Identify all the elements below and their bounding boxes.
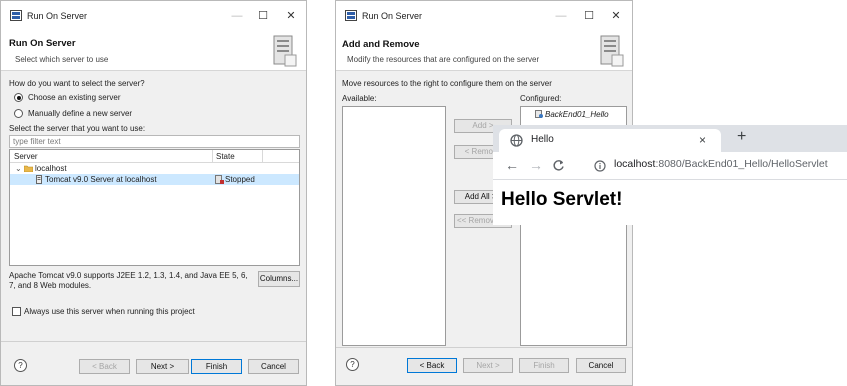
close-tab-icon[interactable]: × xyxy=(699,133,706,147)
help-icon[interactable]: ? xyxy=(14,359,27,372)
instruction-text: Move resources to the right to configure… xyxy=(342,79,552,88)
manual-define-label[interactable]: Manually define a new server xyxy=(28,109,132,118)
address-bar[interactable]: localhost:8080/BackEnd01_Hello/HelloServ… xyxy=(614,158,828,170)
eclipse-app-icon xyxy=(10,10,22,21)
info-icon[interactable] xyxy=(594,160,606,172)
server-description: Apache Tomcat v9.0 supports J2EE 1.2, 1.… xyxy=(9,271,248,290)
next-button[interactable]: Next > xyxy=(136,359,189,374)
always-use-label[interactable]: Always use this server when running this… xyxy=(24,307,195,316)
cancel-button[interactable]: Cancel xyxy=(248,359,299,374)
wizard-header: Add and Remove Modify the resources that… xyxy=(336,31,632,71)
select-method-question: How do you want to select the server? xyxy=(9,79,145,88)
folder-icon xyxy=(24,165,33,172)
browser-window: Hello × + ← → localhost:8080/BackEnd01_H… xyxy=(493,125,847,225)
column-header-server[interactable]: Server xyxy=(14,152,38,161)
back-button[interactable]: < Back xyxy=(407,358,457,373)
close-button[interactable]: ✕ xyxy=(604,8,628,24)
column-divider xyxy=(262,150,263,163)
next-button[interactable]: Next > xyxy=(463,358,513,373)
back-button[interactable]: < Back xyxy=(79,359,130,374)
window-title: Run On Server xyxy=(362,11,423,21)
column-divider xyxy=(212,150,213,163)
wizard-title: Add and Remove xyxy=(342,39,420,50)
wizard-subtitle: Select which server to use xyxy=(15,55,109,64)
run-on-server-dialog: Run On Server — ☐ ✕ Run On Server Select… xyxy=(0,0,307,386)
footer-separator xyxy=(336,347,632,348)
tree-row-tomcat-selected[interactable]: Tomcat v9.0 Server at localhost Stopped xyxy=(10,174,299,185)
server-wizard-icon xyxy=(273,35,297,67)
footer-separator xyxy=(1,341,306,342)
server-wizard-icon xyxy=(600,35,624,67)
column-header-state[interactable]: State xyxy=(216,152,235,161)
stopped-state-icon xyxy=(215,175,224,184)
browser-toolbar: ← → localhost:8080/BackEnd01_Hello/Hello… xyxy=(493,152,847,180)
server-table: Server State ⌄ localhost Tomcat v9.0 Ser… xyxy=(9,149,300,266)
available-list[interactable] xyxy=(342,106,446,346)
columns-button[interactable]: Columns... xyxy=(258,271,300,287)
close-button[interactable]: ✕ xyxy=(279,8,303,24)
select-server-label: Select the server that you want to use: xyxy=(9,124,146,133)
manual-define-radio[interactable] xyxy=(14,109,23,118)
tab-hello[interactable]: Hello × xyxy=(499,129,721,152)
new-tab-button[interactable]: + xyxy=(737,128,746,146)
page-heading: Hello Servlet! xyxy=(501,189,623,210)
minimize-button[interactable]: — xyxy=(225,8,249,24)
tomcat-server-label: Tomcat v9.0 Server at localhost xyxy=(45,175,157,184)
wizard-subtitle: Modify the resources that are configured… xyxy=(347,55,540,64)
server-state-label: Stopped xyxy=(225,175,255,184)
filter-input[interactable]: type filter text xyxy=(9,135,300,148)
configured-label: Configured: xyxy=(520,94,562,103)
back-arrow-icon[interactable]: ← xyxy=(505,157,519,173)
url-path: :8080/BackEnd01_Hello/HelloServlet xyxy=(655,158,828,170)
host-label: localhost xyxy=(35,164,67,173)
url-host: localhost xyxy=(614,158,656,170)
tab-strip: Hello × + xyxy=(493,125,847,152)
title-bar: Run On Server — ☐ ✕ xyxy=(1,1,306,31)
maximize-button[interactable]: ☐ xyxy=(251,8,275,24)
title-bar: Run On Server — ☐ ✕ xyxy=(336,1,632,31)
forward-arrow-icon[interactable]: → xyxy=(529,157,543,173)
always-use-checkbox[interactable] xyxy=(12,307,21,316)
server-icon xyxy=(36,175,42,184)
help-icon[interactable]: ? xyxy=(346,358,359,371)
choose-existing-radio[interactable] xyxy=(14,93,23,102)
globe-icon xyxy=(510,134,523,147)
wizard-title: Run On Server xyxy=(9,38,76,49)
web-module-icon xyxy=(535,110,543,118)
chevron-down-icon[interactable]: ⌄ xyxy=(15,164,22,173)
finish-button[interactable]: Finish xyxy=(519,358,569,373)
finish-button[interactable]: Finish xyxy=(191,359,242,374)
minimize-button[interactable]: — xyxy=(549,8,573,24)
maximize-button[interactable]: ☐ xyxy=(577,8,601,24)
choose-existing-label[interactable]: Choose an existing server xyxy=(28,93,121,102)
wizard-header: Run On Server Select which server to use xyxy=(1,31,306,71)
tree-row-localhost[interactable]: ⌄ localhost xyxy=(10,163,299,174)
window-title: Run On Server xyxy=(27,11,88,21)
reload-icon[interactable] xyxy=(552,159,565,172)
configured-item[interactable]: BackEnd01_Hello xyxy=(545,110,609,119)
available-label: Available: xyxy=(342,94,377,103)
eclipse-app-icon xyxy=(345,10,357,21)
table-header: Server State xyxy=(10,150,299,163)
tab-title: Hello xyxy=(531,134,554,145)
cancel-button[interactable]: Cancel xyxy=(576,358,626,373)
